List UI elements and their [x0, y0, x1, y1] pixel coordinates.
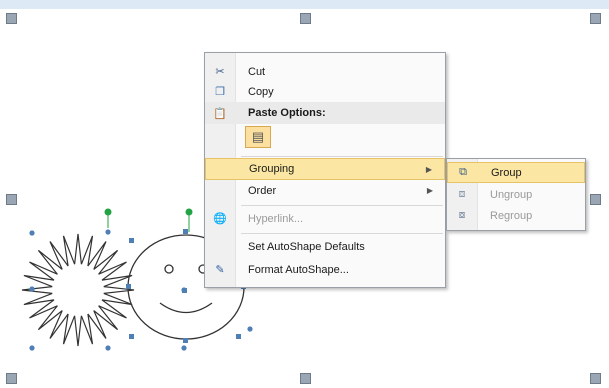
- menu-item-label: Group: [491, 166, 522, 179]
- document-canvas: ✂ Cut ❐ Copy 📋 Paste Options: ▤ Grouping…: [0, 0, 609, 388]
- menu-separator: [241, 205, 443, 206]
- submenu-arrow-icon: ▶: [425, 164, 432, 174]
- scissors-icon: ✂: [215, 66, 225, 78]
- menu-item-label: Paste Options:: [248, 107, 326, 119]
- menu-item-label: Copy: [248, 85, 274, 98]
- submenu-item-ungroup[interactable]: ⧈ Ungroup: [447, 184, 585, 205]
- menu-item-label: Cut: [248, 65, 266, 78]
- menu-item-label: Grouping: [249, 163, 295, 175]
- menu-separator: [241, 233, 443, 234]
- ungroup-icon: ⧈: [458, 188, 466, 200]
- menu-item-label: Ungroup: [490, 188, 533, 201]
- menu-item-label: Set AutoShape Defaults: [248, 240, 365, 253]
- menu-item-grouping[interactable]: Grouping ▶: [205, 158, 445, 180]
- keep-formatting-icon[interactable]: ▤: [245, 126, 271, 148]
- submenu-item-group[interactable]: ⧉ Group: [447, 162, 585, 183]
- starburst-shape[interactable]: [21, 233, 135, 347]
- menu-item-label: Order: [248, 184, 277, 197]
- menu-item-copy[interactable]: ❐ Copy: [205, 81, 445, 102]
- submenu-arrow-icon: ▶: [426, 186, 433, 195]
- menu-item-set-defaults[interactable]: Set AutoShape Defaults: [205, 236, 445, 257]
- rotation-handle-star[interactable]: [104, 208, 112, 216]
- regroup-icon: ⧇: [458, 209, 466, 221]
- group-icon: ⧉: [459, 166, 467, 178]
- grouping-submenu: ⧉ Group ⧈ Ungroup ⧇ Regroup: [446, 158, 586, 231]
- menu-item-order[interactable]: Order ▶: [205, 180, 445, 201]
- paste-options-header: 📋 Paste Options:: [205, 102, 445, 124]
- submenu-item-regroup[interactable]: ⧇ Regroup: [447, 205, 585, 226]
- clipboard-icon: 📋: [213, 107, 227, 120]
- menu-item-label: Format AutoShape...: [248, 263, 349, 276]
- hyperlink-globe-icon: 🌐: [213, 213, 227, 225]
- rotation-handle-face[interactable]: [185, 208, 193, 216]
- copy-icon: ❐: [215, 86, 225, 98]
- menu-item-format-autoshape[interactable]: ✎ Format AutoShape...: [205, 259, 445, 280]
- menu-item-hyperlink[interactable]: 🌐 Hyperlink...: [205, 208, 445, 229]
- menu-item-label: Hyperlink...: [248, 212, 304, 225]
- menu-item-cut[interactable]: ✂ Cut: [205, 61, 445, 82]
- menu-separator: [241, 156, 443, 157]
- format-autoshape-icon: ✎: [215, 264, 225, 276]
- menu-item-label: Regroup: [490, 209, 533, 222]
- context-menu: ✂ Cut ❐ Copy 📋 Paste Options: ▤ Grouping…: [204, 52, 446, 288]
